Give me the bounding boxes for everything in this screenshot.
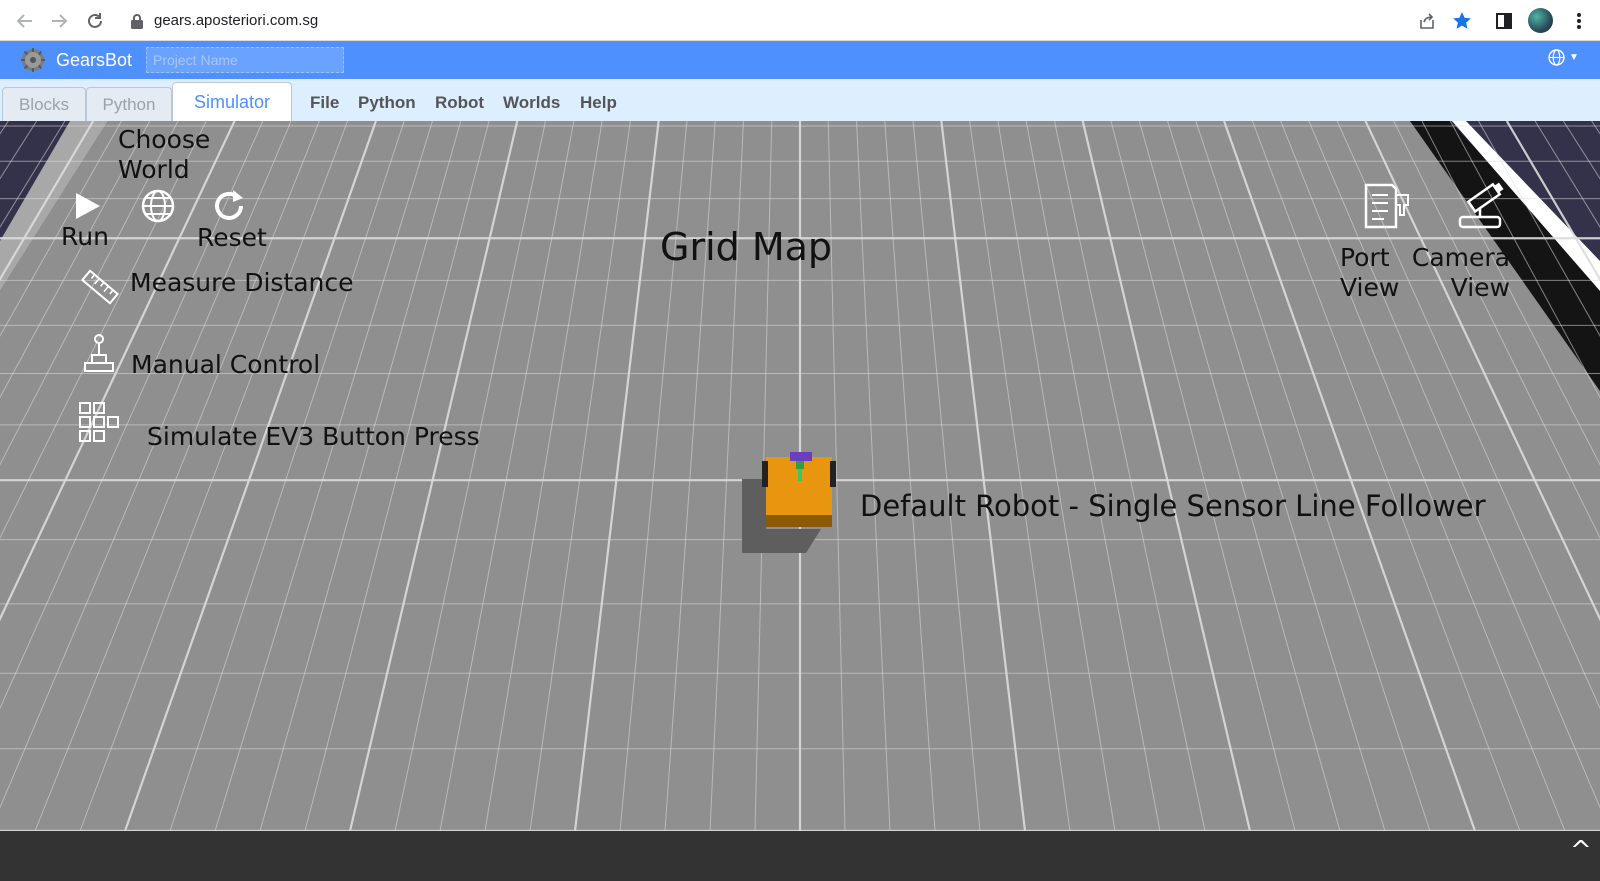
browser-toolbar: gears.aposteriori.com.sg <box>0 0 1600 41</box>
tab-python[interactable]: Python <box>86 87 172 121</box>
measure-distance-label[interactable]: Measure Distance <box>130 268 354 298</box>
bookmark-star-icon[interactable] <box>1449 8 1475 34</box>
side-panel-icon[interactable] <box>1491 8 1517 34</box>
chevron-down-icon: ▼ <box>1569 52 1579 63</box>
play-icon[interactable] <box>72 191 102 221</box>
share-icon[interactable] <box>1414 8 1440 34</box>
forward-arrow-icon[interactable] <box>46 8 72 34</box>
reload-icon[interactable] <box>82 8 108 34</box>
back-arrow-icon[interactable] <box>12 8 38 34</box>
app-header: GearsBot ▼ <box>0 41 1600 79</box>
reset-label[interactable]: Reset <box>197 223 267 253</box>
port-view-label-line1: Port <box>1340 243 1390 272</box>
simulate-ev3-label[interactable]: Simulate EV3 Button Press <box>147 422 480 452</box>
tab-menu-bar: Blocks Python Simulator File Python Robo… <box>0 79 1600 121</box>
console-bar[interactable] <box>0 831 1600 881</box>
port-view-icon[interactable] <box>1362 183 1418 229</box>
menu-python[interactable]: Python <box>358 93 416 113</box>
menu-file[interactable]: File <box>310 93 339 113</box>
camera-view-label[interactable]: Camera View <box>1410 243 1510 303</box>
app-title: GearsBot <box>56 50 133 70</box>
menu-worlds[interactable]: Worlds <box>503 93 560 113</box>
tab-simulator[interactable]: Simulator <box>172 82 292 121</box>
choose-world-globe-icon[interactable] <box>140 188 176 224</box>
lock-icon <box>131 13 143 29</box>
caret-up-icon[interactable]: ^ <box>1570 836 1592 866</box>
camera-view-label-line1: Camera <box>1411 243 1510 272</box>
globe-icon <box>1548 49 1565 66</box>
language-menu-button[interactable]: ▼ <box>1548 49 1579 66</box>
manual-control-label[interactable]: Manual Control <box>131 350 320 380</box>
simulator-canvas[interactable]: Choose World Run Reset Measure Distance … <box>0 121 1600 831</box>
project-name-input[interactable] <box>146 47 344 73</box>
kebab-menu-icon[interactable] <box>1566 8 1592 34</box>
menu-help[interactable]: Help <box>580 93 617 113</box>
camera-view-icon[interactable] <box>1456 179 1512 231</box>
port-view-label-line2: View <box>1340 273 1400 302</box>
choose-world-label-line1: Choose <box>118 125 211 154</box>
tab-blocks[interactable]: Blocks <box>2 87 86 121</box>
world-name-label: Grid Map <box>660 225 833 269</box>
address-bar[interactable]: gears.aposteriori.com.sg <box>118 6 1598 35</box>
menu-robot[interactable]: Robot <box>435 93 484 113</box>
robot-model[interactable] <box>736 449 836 559</box>
ruler-icon[interactable] <box>80 267 120 307</box>
avatar[interactable] <box>1528 8 1553 33</box>
choose-world-label: Choose World <box>118 125 210 185</box>
url-text: gears.aposteriori.com.sg <box>154 12 319 29</box>
robot-name-label: Default Robot - Single Sensor Line Follo… <box>860 489 1486 523</box>
gear-logo-icon <box>21 48 45 72</box>
choose-world-label-line2: World <box>118 155 190 184</box>
ev3-buttons-icon[interactable] <box>78 401 122 445</box>
port-view-label[interactable]: Port View <box>1340 243 1399 303</box>
run-label[interactable]: Run <box>61 222 109 252</box>
camera-view-label-line2: View <box>1450 273 1510 302</box>
joystick-icon[interactable] <box>82 333 116 375</box>
reset-icon[interactable] <box>211 188 247 224</box>
